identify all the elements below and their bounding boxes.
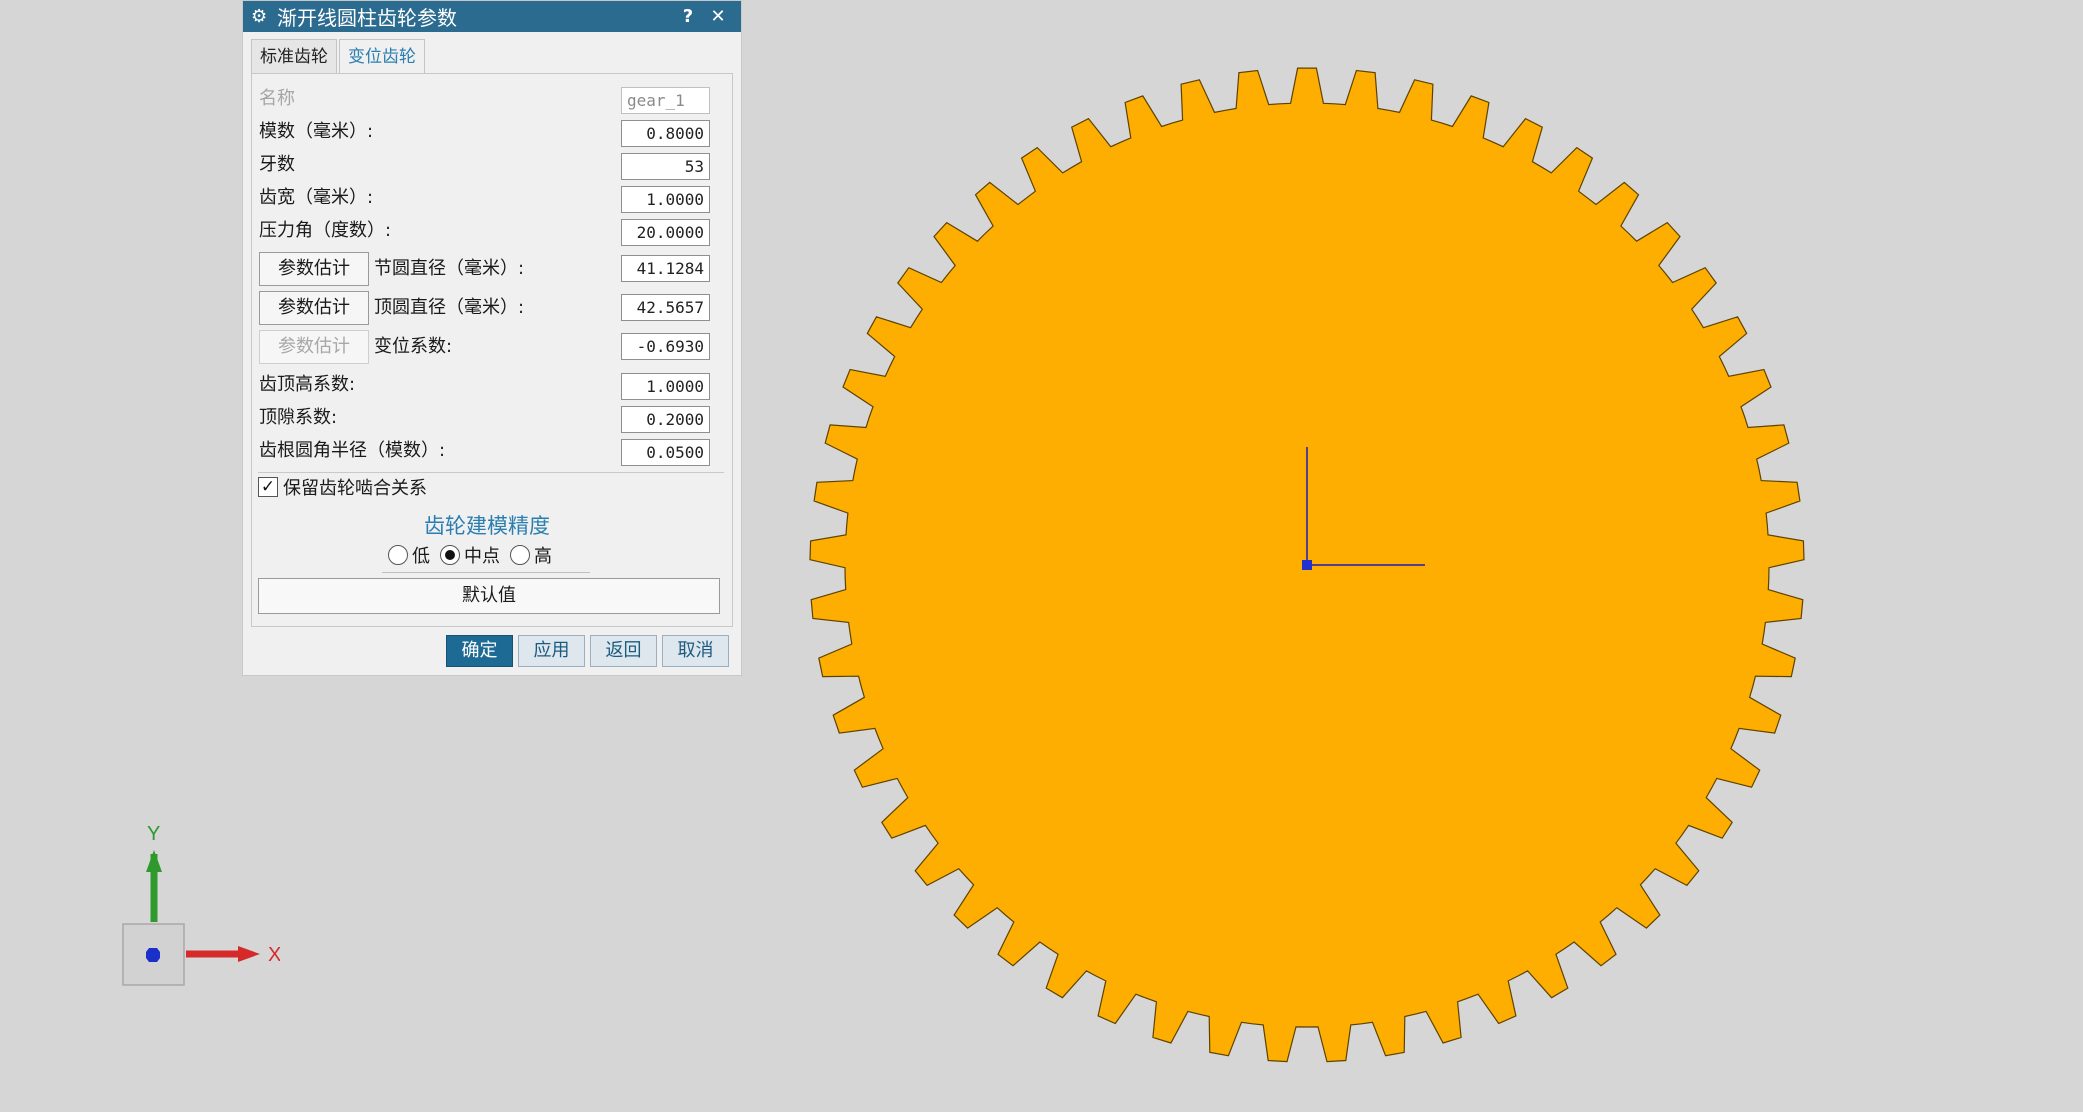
y-axis-label: Y	[147, 823, 160, 845]
pitch-diameter-field[interactable]: 41.1284	[621, 255, 710, 282]
pressure-angle-field[interactable]: 20.0000	[621, 219, 710, 246]
precision-group-underline	[382, 572, 590, 573]
addendum-coef-label: 齿顶高系数:	[259, 374, 356, 395]
estimate-pitch-button[interactable]: 参数估计	[259, 252, 369, 286]
tip-diameter-field[interactable]: 42.5657	[621, 294, 710, 321]
face-width-label: 齿宽（毫米）:	[259, 187, 374, 208]
precision-mid-label: 中点	[464, 546, 500, 567]
settings-gear-icon: ⚙	[251, 6, 268, 27]
back-button[interactable]: 返回	[590, 635, 657, 667]
face-width-field[interactable]: 1.0000	[621, 186, 710, 213]
clearance-coef-row: 顶隙系数: 0.2000	[252, 403, 722, 433]
clearance-coef-field[interactable]: 0.2000	[621, 406, 710, 433]
precision-mid-option[interactable]: 中点	[440, 542, 500, 568]
tip-diameter-row: 参数估计 顶圆直径（毫米）: 42.5657	[252, 291, 722, 327]
precision-mid-radio[interactable]	[440, 545, 460, 565]
addendum-coef-field[interactable]: 1.0000	[621, 373, 710, 400]
shift-coef-field[interactable]: -0.6930	[621, 333, 710, 360]
root-fillet-row: 齿根圆角半径（模数）: 0.0500	[252, 436, 722, 466]
view-triad[interactable]: Y X	[120, 820, 280, 1000]
pitch-diameter-label: 节圆直径（毫米）:	[374, 258, 525, 279]
root-fillet-label: 齿根圆角半径（模数）:	[259, 440, 446, 461]
face-width-row: 齿宽（毫米）: 1.0000	[252, 183, 722, 213]
pitch-diameter-row: 参数估计 节圆直径（毫米）: 41.1284	[252, 252, 722, 288]
precision-radio-group: 低 中点 高	[388, 542, 562, 568]
csys-origin-icon	[1302, 560, 1312, 570]
apply-button[interactable]: 应用	[518, 635, 585, 667]
estimate-tip-button[interactable]: 参数估计	[259, 291, 369, 325]
ok-button[interactable]: 确定	[446, 635, 513, 667]
name-label: 名称	[259, 88, 295, 109]
dialog-title: 渐开线圆柱齿轮参数	[277, 6, 457, 30]
parameters-panel: 名称 gear_1 模数（毫米）: 0.8000 牙数 53 齿宽（毫米）: 1…	[251, 73, 733, 627]
precision-low-radio[interactable]	[388, 545, 408, 565]
root-fillet-field[interactable]: 0.0500	[621, 439, 710, 466]
default-values-button[interactable]: 默认值	[258, 578, 720, 614]
precision-group-title: 齿轮建模精度	[424, 514, 550, 538]
name-field: gear_1	[621, 87, 710, 114]
x-axis-arrow-icon	[238, 946, 260, 962]
involute-gear-dialog: ⚙ 渐开线圆柱齿轮参数 ? ✕ 标准齿轮 变位齿轮 名称 gear_1 模数（毫…	[242, 0, 742, 676]
precision-low-option[interactable]: 低	[388, 542, 430, 568]
addendum-coef-row: 齿顶高系数: 1.0000	[252, 370, 722, 400]
keep-mesh-label: 保留齿轮啮合关系	[283, 478, 427, 499]
keep-mesh-checkbox[interactable]: ✓	[258, 477, 278, 497]
y-axis-arrow-icon	[146, 850, 162, 872]
tab-shifted-gear[interactable]: 变位齿轮	[339, 39, 425, 73]
cancel-button[interactable]: 取消	[662, 635, 729, 667]
clearance-coef-label: 顶隙系数:	[259, 407, 338, 428]
precision-high-label: 高	[534, 546, 552, 567]
module-label: 模数（毫米）:	[259, 121, 374, 142]
tip-diameter-label: 顶圆直径（毫米）:	[374, 297, 525, 318]
pressure-angle-label: 压力角（度数）:	[259, 220, 392, 241]
estimate-shift-button: 参数估计	[259, 330, 369, 364]
divider	[258, 472, 724, 473]
dialog-titlebar[interactable]: ⚙ 渐开线圆柱齿轮参数 ? ✕	[243, 1, 741, 32]
precision-high-option[interactable]: 高	[510, 542, 552, 568]
precision-low-label: 低	[412, 546, 430, 567]
x-axis-label: X	[268, 944, 280, 966]
dialog-footer: 确定 应用 返回 取消	[446, 635, 729, 667]
name-row: 名称 gear_1	[252, 84, 722, 114]
teeth-field[interactable]: 53	[621, 153, 710, 180]
tab-standard-gear[interactable]: 标准齿轮	[251, 39, 337, 73]
precision-high-radio[interactable]	[510, 545, 530, 565]
module-field[interactable]: 0.8000	[621, 120, 710, 147]
tab-bar: 标准齿轮 变位齿轮	[251, 39, 427, 73]
close-button[interactable]: ✕	[703, 6, 733, 27]
module-row: 模数（毫米）: 0.8000	[252, 117, 722, 147]
pressure-angle-row: 压力角（度数）: 20.0000	[252, 216, 722, 246]
teeth-label: 牙数	[259, 154, 295, 175]
help-button[interactable]: ?	[673, 6, 703, 27]
keep-mesh-option[interactable]: ✓ 保留齿轮啮合关系	[258, 474, 427, 500]
shift-coef-row: 参数估计 变位系数: -0.6930	[252, 330, 722, 366]
triad-origin-icon	[146, 948, 160, 962]
shift-coef-label: 变位系数:	[374, 336, 453, 357]
teeth-row: 牙数 53	[252, 150, 722, 180]
